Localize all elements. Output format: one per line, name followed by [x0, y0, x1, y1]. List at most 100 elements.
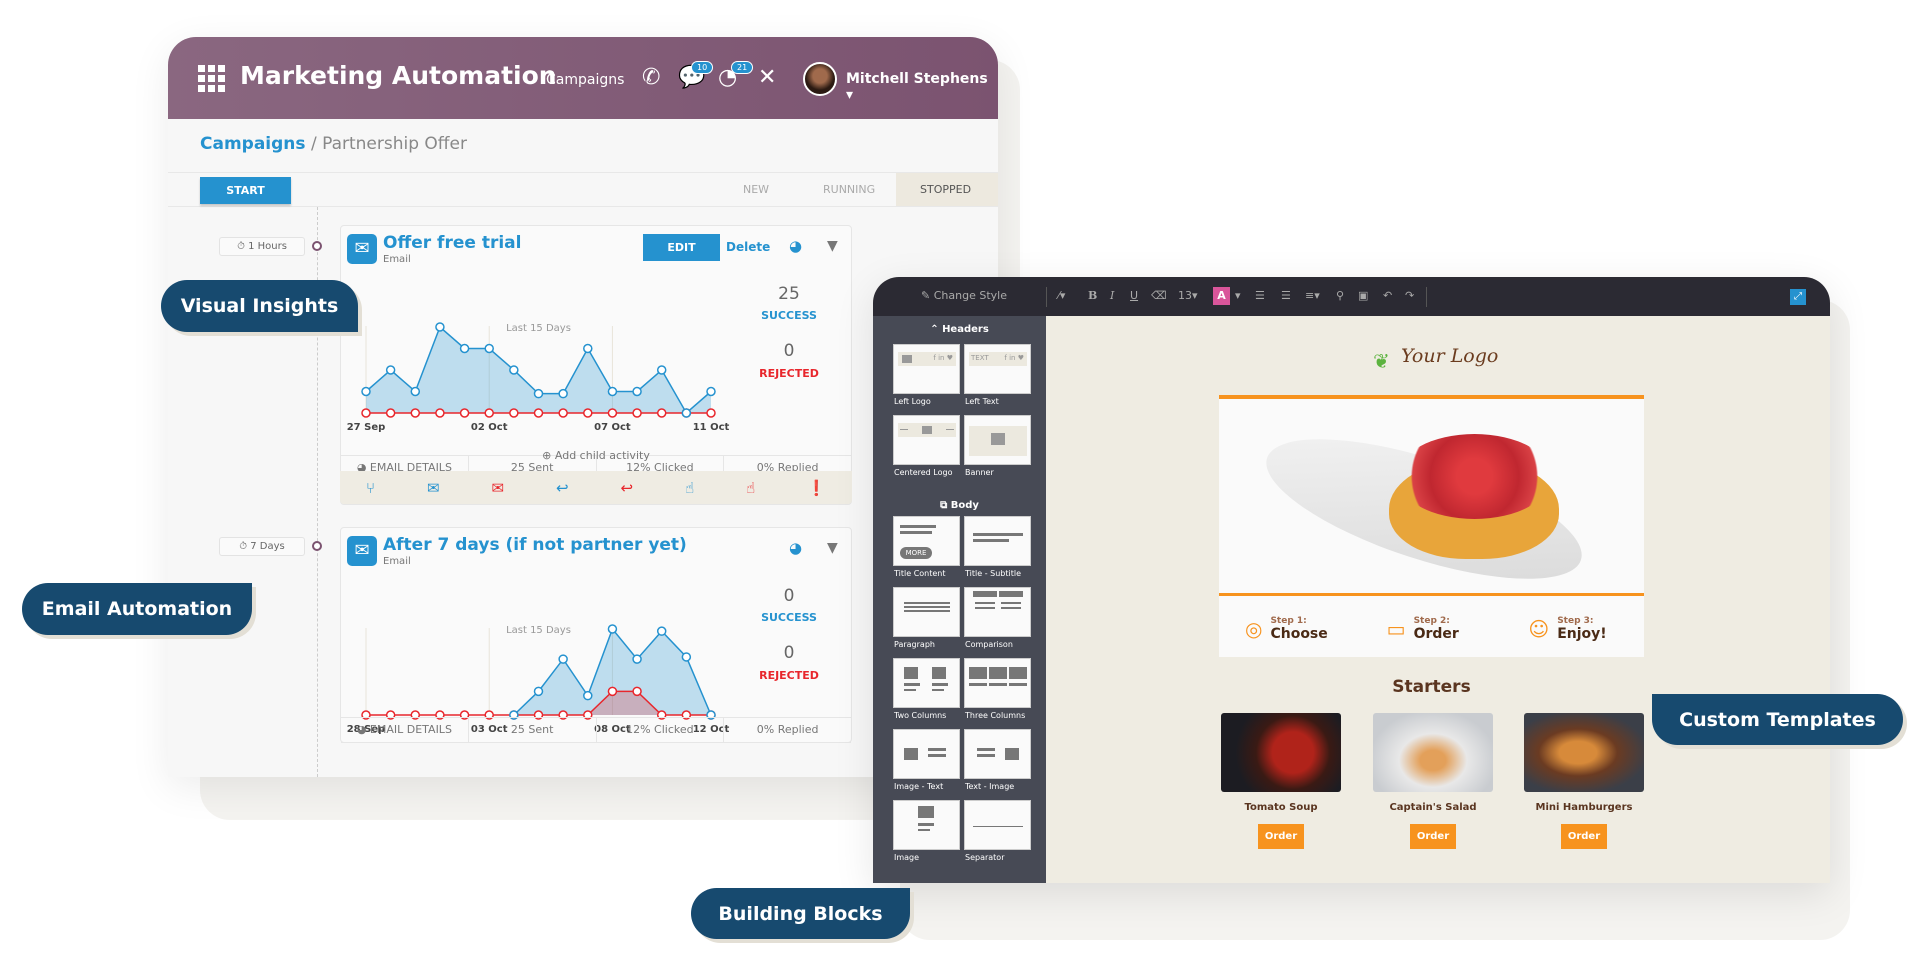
edit-button[interactable]: EDIT	[643, 234, 720, 261]
data-point[interactable]	[484, 408, 494, 418]
italic-icon[interactable]: I	[1110, 289, 1114, 302]
data-point[interactable]	[385, 408, 396, 418]
data-point[interactable]	[435, 322, 445, 332]
data-point[interactable]	[410, 386, 421, 397]
pointer-icon[interactable]: ☝	[746, 479, 755, 497]
ordered-list-icon[interactable]: ☰	[1281, 289, 1291, 302]
undo-icon[interactable]: ↶	[1383, 289, 1392, 302]
data-point[interactable]	[632, 408, 642, 418]
hero-block[interactable]: ◎ Step 1: Choose ▭ Step 2: Order ☺ Step 3: Enjoy…	[1219, 395, 1644, 657]
body-section[interactable]: ⧉ Body	[873, 500, 1046, 511]
block-thumb[interactable]: TEXT f in ♥ Left Text	[964, 344, 1031, 406]
user-menu[interactable]: Mitchell Stephens ▾	[846, 71, 998, 103]
font-size-select[interactable]: 13▾	[1178, 289, 1198, 302]
block-thumb[interactable]: f in ♥ Left Logo	[893, 344, 960, 406]
reply-icon[interactable]: ↩	[621, 479, 634, 497]
block-thumb[interactable]: Text - Image	[964, 729, 1031, 791]
mail-open-icon[interactable]: ✉	[491, 479, 504, 497]
tools-icon[interactable]: ✕	[758, 65, 776, 90]
branch-icon[interactable]: ⑂	[366, 479, 375, 497]
data-point[interactable]	[632, 386, 642, 397]
order-button[interactable]: Order	[1410, 824, 1456, 849]
fullscreen-icon[interactable]: ⤢	[1790, 289, 1806, 305]
apps-grid-icon[interactable]	[198, 65, 225, 92]
data-point[interactable]	[583, 690, 593, 701]
filter-icon[interactable]: ▼	[827, 540, 838, 556]
filter-icon[interactable]: ▼	[827, 238, 838, 254]
order-button[interactable]: Order	[1561, 824, 1607, 849]
pie-chart-icon[interactable]: ◕	[789, 237, 802, 255]
start-button[interactable]: START	[200, 177, 291, 204]
block-thumb[interactable]: MORE Title Content	[893, 516, 960, 578]
pointer-icon[interactable]: ☝	[685, 479, 694, 497]
data-point[interactable]	[607, 386, 618, 397]
data-point[interactable]	[509, 408, 519, 418]
data-point[interactable]	[410, 408, 421, 418]
data-point[interactable]	[706, 386, 716, 397]
data-point[interactable]	[558, 654, 568, 664]
add-child-activity[interactable]: ⊕ Add child activity	[340, 444, 852, 468]
headers-section[interactable]: ⌃ Headers	[873, 324, 1046, 335]
stage-new[interactable]: NEW	[743, 173, 769, 206]
data-point[interactable]	[632, 654, 642, 664]
activity-title[interactable]: After 7 days (if not partner yet)	[383, 535, 687, 555]
mail-open-icon[interactable]: ✉	[427, 479, 440, 497]
data-point[interactable]	[681, 652, 692, 662]
format-icon[interactable]: ⁄▾	[1058, 289, 1065, 302]
block-thumb[interactable]: Comparison	[964, 587, 1031, 649]
data-point[interactable]	[533, 388, 544, 399]
align-icon[interactable]: ≡▾	[1305, 289, 1320, 302]
image-icon[interactable]: ▣	[1358, 289, 1368, 302]
data-point[interactable]	[607, 408, 618, 418]
data-point[interactable]	[361, 386, 371, 397]
block-thumb[interactable]: Separator	[964, 800, 1031, 862]
activity-title[interactable]: Offer free trial	[383, 233, 521, 253]
block-thumb[interactable]: Title - Subtitle	[964, 516, 1031, 578]
block-thumb[interactable]: Image - Text	[893, 729, 960, 791]
reply-icon[interactable]: ↩	[556, 479, 569, 497]
block-thumb[interactable]: Paragraph	[893, 587, 960, 649]
breadcrumb-campaigns[interactable]: Campaigns	[200, 134, 306, 154]
data-point[interactable]	[583, 408, 593, 418]
data-point[interactable]	[681, 408, 692, 418]
data-point[interactable]	[558, 408, 568, 418]
data-point[interactable]	[533, 686, 544, 697]
data-point[interactable]	[632, 686, 642, 697]
data-point[interactable]	[459, 343, 470, 354]
data-point[interactable]	[509, 365, 519, 375]
data-point[interactable]	[484, 343, 494, 354]
order-button[interactable]: Order	[1258, 824, 1304, 849]
exclamation-icon[interactable]: ❗	[807, 479, 826, 497]
stage-running[interactable]: RUNNING	[823, 173, 875, 206]
data-point[interactable]	[385, 365, 396, 375]
link-icon[interactable]: ⚲	[1336, 289, 1344, 302]
block-thumb[interactable]: Image	[893, 800, 960, 862]
template-logo[interactable]: Your Logo	[1401, 345, 1498, 367]
phone-icon[interactable]: ✆	[642, 65, 660, 90]
block-thumb[interactable]: Centered Logo	[893, 415, 960, 477]
change-style-button[interactable]: ✎ Change Style	[921, 289, 1007, 302]
block-thumb[interactable]: Two Columns	[893, 658, 960, 720]
data-point[interactable]	[533, 408, 544, 418]
data-point[interactable]	[656, 626, 667, 636]
data-point[interactable]	[583, 343, 593, 354]
color-dropdown-icon[interactable]: ▾	[1235, 289, 1241, 302]
stage-stopped[interactable]: STOPPED	[896, 173, 998, 206]
block-thumb[interactable]: Three Columns	[964, 658, 1031, 720]
avatar[interactable]	[803, 62, 837, 96]
block-thumb[interactable]: Banner	[964, 415, 1031, 477]
pie-chart-icon[interactable]: ◕	[789, 539, 802, 557]
underline-icon[interactable]: U	[1130, 289, 1138, 302]
data-point[interactable]	[459, 408, 470, 418]
eraser-icon[interactable]: ⌫	[1151, 289, 1167, 302]
redo-icon[interactable]: ↷	[1405, 289, 1414, 302]
data-point[interactable]	[607, 624, 618, 634]
data-point[interactable]	[656, 365, 667, 375]
data-point[interactable]	[361, 408, 371, 418]
bold-icon[interactable]: B	[1088, 289, 1097, 302]
data-point[interactable]	[558, 388, 568, 399]
nav-campaigns[interactable]: Campaigns	[546, 72, 624, 88]
delete-button[interactable]: Delete	[726, 240, 770, 254]
data-point[interactable]	[435, 408, 445, 418]
data-point[interactable]	[706, 408, 716, 418]
